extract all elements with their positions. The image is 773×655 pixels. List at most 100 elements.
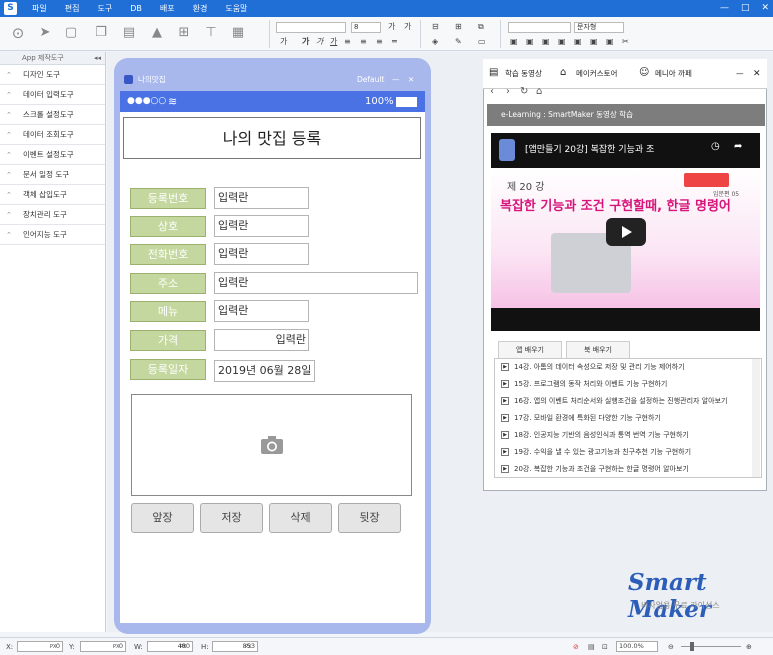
font-size-select[interactable]: 8	[351, 22, 381, 33]
italic-button[interactable]: 가	[316, 37, 323, 47]
list-item[interactable]: ▶ 20강. 복잡한 기능과 조건을 구현하는 한글 명령어 알아보기	[501, 461, 753, 478]
video-player[interactable]: [앱만들기 20강] 복잡한 기능과 조 ◷ ➦ 제 20 강 입문편 05 복…	[491, 133, 760, 331]
save-button[interactable]: 저장	[200, 503, 263, 533]
list-scrollbar[interactable]	[752, 359, 760, 477]
page-icon[interactable]: ▤	[588, 641, 595, 653]
prev-button[interactable]: 앞장	[131, 503, 194, 533]
paste-icon[interactable]: ▤	[121, 25, 137, 41]
layer-icon[interactable]: ⧉	[478, 22, 484, 32]
tool-object[interactable]: ⌃ 객체 삽입도구	[0, 185, 105, 205]
tool-scroll[interactable]: ⌃ 스크롤 설정도구	[0, 105, 105, 125]
input-store-name[interactable]: 입력란	[214, 215, 309, 237]
run-icon[interactable]: ⊙	[10, 25, 26, 41]
widget-icon-1[interactable]: ▣	[510, 37, 518, 47]
tool-data-input[interactable]: ⌃ 데이터 입력도구	[0, 85, 105, 105]
underline-button[interactable]: 가	[330, 37, 337, 47]
panel-minimize-button[interactable]: —	[736, 68, 744, 80]
widget-icon-6[interactable]: ▣	[590, 37, 598, 47]
input-menu[interactable]: 입력란	[214, 300, 309, 322]
distribute-icon[interactable]: ⊤	[203, 25, 219, 41]
menu-deploy[interactable]: 배포	[151, 0, 184, 17]
layout-icon[interactable]: ⊟	[432, 22, 439, 32]
font-family-select[interactable]	[276, 22, 346, 33]
tool-design[interactable]: ⌃ 디자인 도구	[0, 65, 105, 85]
watch-later-icon[interactable]: ◷	[711, 141, 720, 152]
menu-help[interactable]: 도움말	[216, 0, 256, 17]
list-item[interactable]: ▶ 18강. 인공지능 기반의 음성인식과 통역 번역 기능 구현하기	[501, 427, 753, 444]
align-icon[interactable]: ⊞	[176, 25, 192, 41]
tool-data-query[interactable]: ⌃ 데이터 조회도구	[0, 125, 105, 145]
widget-icon-7[interactable]: ▣	[606, 37, 614, 47]
maximize-button[interactable]: □	[741, 0, 750, 17]
font-shrink-icon[interactable]: 가	[404, 22, 411, 32]
tool-event[interactable]: ⌃ 이벤트 설정도구	[0, 145, 105, 165]
font-color-icon[interactable]: 가	[280, 37, 287, 47]
next-button[interactable]: 뒷장	[338, 503, 401, 533]
tab-app-learning[interactable]: 앱 배우기	[498, 341, 562, 359]
zoom-select[interactable]: 100.0%	[616, 641, 658, 652]
menu-settings[interactable]: 환경	[184, 0, 217, 17]
bold-button[interactable]: 가	[302, 37, 309, 47]
tool-schedule[interactable]: ⌃ 문서 일정 도구	[0, 165, 105, 185]
style-select[interactable]	[508, 22, 571, 33]
close-button[interactable]: ✕	[761, 0, 769, 17]
align-right-icon[interactable]: ≡	[376, 37, 383, 47]
list-item[interactable]: ▶ 15강. 프로그램의 동작 처리와 이벤트 기능 구현하기	[501, 376, 753, 393]
panel-close-button[interactable]: ✕	[753, 68, 761, 80]
tool-device[interactable]: ⌃ 장치관리 도구	[0, 205, 105, 225]
menu-db[interactable]: DB	[121, 0, 151, 17]
pen-color-icon[interactable]: ✎	[455, 37, 462, 47]
back-icon[interactable]: ‹	[490, 86, 494, 97]
menu-edit[interactable]: 편집	[56, 0, 89, 17]
zoom-out-icon[interactable]: ⊖	[668, 641, 674, 653]
menu-tools[interactable]: 도구	[88, 0, 121, 17]
share-icon[interactable]: ➦	[734, 141, 742, 152]
widget-icon-5[interactable]: ▣	[574, 37, 582, 47]
widget-icon-3[interactable]: ▣	[542, 37, 550, 47]
font-grow-icon[interactable]: 가	[388, 22, 395, 32]
zoom-in-icon[interactable]: ⊕	[746, 641, 752, 653]
menu-file[interactable]: 파일	[23, 0, 56, 17]
line-style-icon[interactable]: ═	[392, 37, 397, 47]
tab-learning-video[interactable]: 학습 동영상	[505, 68, 542, 80]
border-icon[interactable]: ▭	[478, 37, 486, 47]
tab-makers-store[interactable]: 메이커스토어	[576, 68, 617, 80]
forward-icon[interactable]: ›	[506, 86, 510, 97]
play-button[interactable]	[606, 218, 646, 246]
refresh-icon[interactable]: ↻	[520, 86, 528, 97]
phone-minimize-button[interactable]: —	[392, 72, 400, 88]
text-type-select[interactable]: 문자형	[574, 22, 624, 33]
pointer-icon[interactable]: ➤	[37, 25, 53, 41]
copy-icon[interactable]: ❐	[93, 25, 109, 41]
minimize-button[interactable]: —	[720, 0, 729, 17]
zoom-slider-thumb[interactable]	[690, 642, 694, 651]
tab-mania-cafe[interactable]: 메니아 까페	[655, 68, 692, 80]
tool-ai[interactable]: ⌃ 인어지능 도구	[0, 225, 105, 245]
new-page-icon[interactable]: ▢	[63, 25, 79, 41]
input-phone[interactable]: 입력란	[214, 243, 309, 265]
grid-icon[interactable]: ▦	[230, 25, 246, 41]
input-price[interactable]: 입력란	[214, 329, 309, 351]
home-icon[interactable]: ⌂	[536, 86, 542, 97]
fit-icon[interactable]: ⊡	[602, 641, 608, 653]
input-date[interactable]: 2019년 06월 28일	[214, 360, 315, 382]
list-item[interactable]: ▶ 14강. 아톰의 데이터 속성으로 저장 및 관리 기능 제어하기	[501, 359, 753, 376]
fill-color-icon[interactable]: ◈	[432, 37, 438, 47]
collapse-icon[interactable]: ◂◂	[94, 52, 101, 65]
align-center-icon[interactable]: ≡	[360, 37, 367, 47]
list-item[interactable]: ▶ 17강. 모바일 환경에 특화된 다양한 기능 구현하기	[501, 410, 753, 427]
list-item[interactable]: ▶ 19강. 수익을 낼 수 있는 광고기능과 친구추천 기능 구현하기	[501, 444, 753, 461]
widget-icon-8[interactable]: ✂	[622, 37, 629, 47]
align-left-icon[interactable]: ≡	[344, 37, 351, 47]
tab-book-learning[interactable]: 북 배우기	[566, 341, 630, 359]
delete-button[interactable]: 삭제	[269, 503, 332, 533]
photo-box[interactable]	[131, 394, 412, 496]
warning-icon[interactable]: ⊘	[573, 641, 579, 653]
widget-icon-4[interactable]: ▣	[558, 37, 566, 47]
format-painter-icon[interactable]: ▲	[149, 25, 165, 41]
phone-close-button[interactable]: ✕	[408, 72, 414, 88]
input-address[interactable]: 입력란	[214, 272, 418, 294]
list-item[interactable]: ▶ 16강. 앱의 이벤트 처리순서와 실행조건을 설정하는 진행관리자 알아보기	[501, 393, 753, 410]
table-icon[interactable]: ⊞	[455, 22, 462, 32]
widget-icon-2[interactable]: ▣	[526, 37, 534, 47]
